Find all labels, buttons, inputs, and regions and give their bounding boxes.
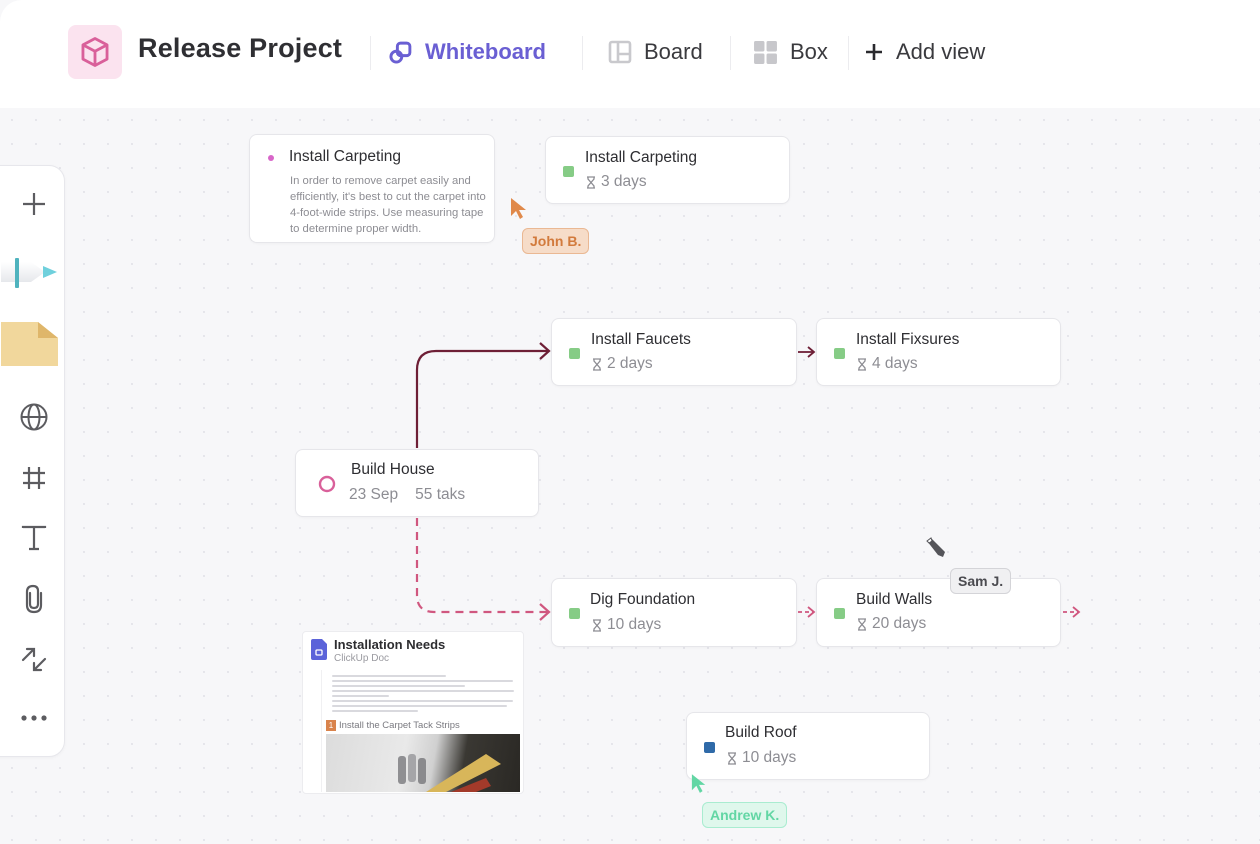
hourglass-icon xyxy=(858,357,866,371)
task-title: Dig Foundation xyxy=(590,591,696,608)
doc-preview: 1 Install the Carpet Tack Strips xyxy=(321,670,520,792)
step-number: 1 xyxy=(326,720,336,731)
note-bullet xyxy=(268,155,274,161)
text-icon xyxy=(21,525,46,551)
milestone-date: 23 Sep xyxy=(349,486,399,503)
task-title: Build Roof xyxy=(725,724,797,741)
task-title: Install Faucets xyxy=(591,331,691,348)
milestone-meta: 23 Sep 55 taks xyxy=(349,486,465,504)
step-title: Install the Carpet Tack Strips xyxy=(339,720,460,731)
plus-icon xyxy=(22,193,45,215)
doc-image xyxy=(326,734,520,792)
sticky-note-icon xyxy=(1,322,58,366)
connector-house-foundation[interactable] xyxy=(415,518,548,614)
duration-text: 10 days xyxy=(742,749,797,766)
task-card-build-walls[interactable]: Build Walls 20 days xyxy=(816,578,1061,647)
tool-frame[interactable] xyxy=(1,456,66,500)
note-body: In order to remove carpet easily and eff… xyxy=(290,175,486,235)
duration-text: 10 days xyxy=(607,616,662,633)
cursor-john-icon xyxy=(511,198,526,219)
duration-text: 3 days xyxy=(601,173,647,190)
status-indicator xyxy=(569,348,580,359)
task-duration: 3 days xyxy=(586,173,647,191)
task-card-install-faucets[interactable]: Install Faucets 2 days xyxy=(551,318,797,386)
collaborator-label-sam: Sam J. xyxy=(950,568,1012,594)
pencil-cursor-icon xyxy=(926,537,945,557)
task-duration: 2 days xyxy=(592,355,653,373)
hourglass-icon xyxy=(858,617,866,631)
task-duration: 4 days xyxy=(857,355,918,373)
connector-arrows-icon xyxy=(21,647,46,672)
milestone-ring-icon xyxy=(318,475,336,493)
hourglass-icon xyxy=(587,175,595,189)
connectors-layer xyxy=(415,342,1081,621)
hourglass-icon xyxy=(728,751,736,765)
left-toolbar xyxy=(0,165,65,757)
milestone-task-count: 55 taks xyxy=(415,486,466,503)
duration-text: 2 days xyxy=(607,355,653,372)
task-duration: 20 days xyxy=(857,615,926,633)
task-card-install-carpeting[interactable]: Install Carpeting 3 days xyxy=(545,136,790,204)
status-indicator xyxy=(704,742,715,753)
duration-text: 20 days xyxy=(872,615,927,632)
doc-subtitle: ClickUp Doc xyxy=(334,653,390,664)
status-indicator xyxy=(834,348,845,359)
globe-icon xyxy=(20,403,47,431)
hourglass-icon xyxy=(593,618,601,632)
collaborator-label-andrew: Andrew K. xyxy=(702,802,788,828)
duration-text: 4 days xyxy=(872,355,918,372)
tool-sticky-note[interactable] xyxy=(1,318,61,368)
tool-text[interactable] xyxy=(1,516,66,560)
task-duration: 10 days xyxy=(727,749,796,767)
task-card-dig-foundation[interactable]: Dig Foundation 10 days xyxy=(551,578,797,647)
task-title: Build Walls xyxy=(856,591,933,608)
tool-add[interactable] xyxy=(1,182,66,226)
milestone-title: Build House xyxy=(351,461,435,478)
frame-icon xyxy=(22,467,45,489)
status-indicator xyxy=(569,608,580,619)
hourglass-icon xyxy=(593,357,601,371)
tool-more[interactable] xyxy=(1,696,66,740)
tool-connector[interactable] xyxy=(1,638,66,682)
task-title: Install Fixsures xyxy=(856,331,960,348)
doc-step-heading: 1 Install the Carpet Tack Strips xyxy=(326,720,460,731)
task-title: Install Carpeting xyxy=(585,149,698,166)
task-card-build-roof[interactable]: Build Roof 10 days xyxy=(686,712,930,780)
cursor-andrew-icon xyxy=(691,774,706,793)
more-icon xyxy=(20,715,47,721)
pen-icon xyxy=(1,258,57,288)
doc-text-lines xyxy=(326,672,516,715)
doc-card-installation-needs[interactable]: Installation Needs ClickUp Doc 1 Install… xyxy=(302,631,524,794)
note-title: Install Carpeting xyxy=(289,148,402,165)
task-card-install-fixsures[interactable]: Install Fixsures 4 days xyxy=(816,318,1061,386)
paperclip-icon xyxy=(25,584,42,614)
status-indicator xyxy=(834,608,845,619)
connector-house-faucets[interactable] xyxy=(415,349,548,448)
task-duration: 10 days xyxy=(592,616,661,634)
tool-pen[interactable] xyxy=(1,250,61,294)
tool-embed[interactable] xyxy=(1,395,66,439)
doc-icon xyxy=(311,639,327,660)
collaborator-label-john: John B. xyxy=(522,228,590,254)
status-indicator xyxy=(563,166,574,177)
tool-attach[interactable] xyxy=(1,577,66,621)
doc-title: Installation Needs xyxy=(334,637,446,652)
milestone-card-build-house[interactable]: Build House 23 Sep 55 taks xyxy=(295,449,539,517)
note-card-install-carpeting[interactable]: Install Carpeting In order to remove car… xyxy=(249,134,495,243)
